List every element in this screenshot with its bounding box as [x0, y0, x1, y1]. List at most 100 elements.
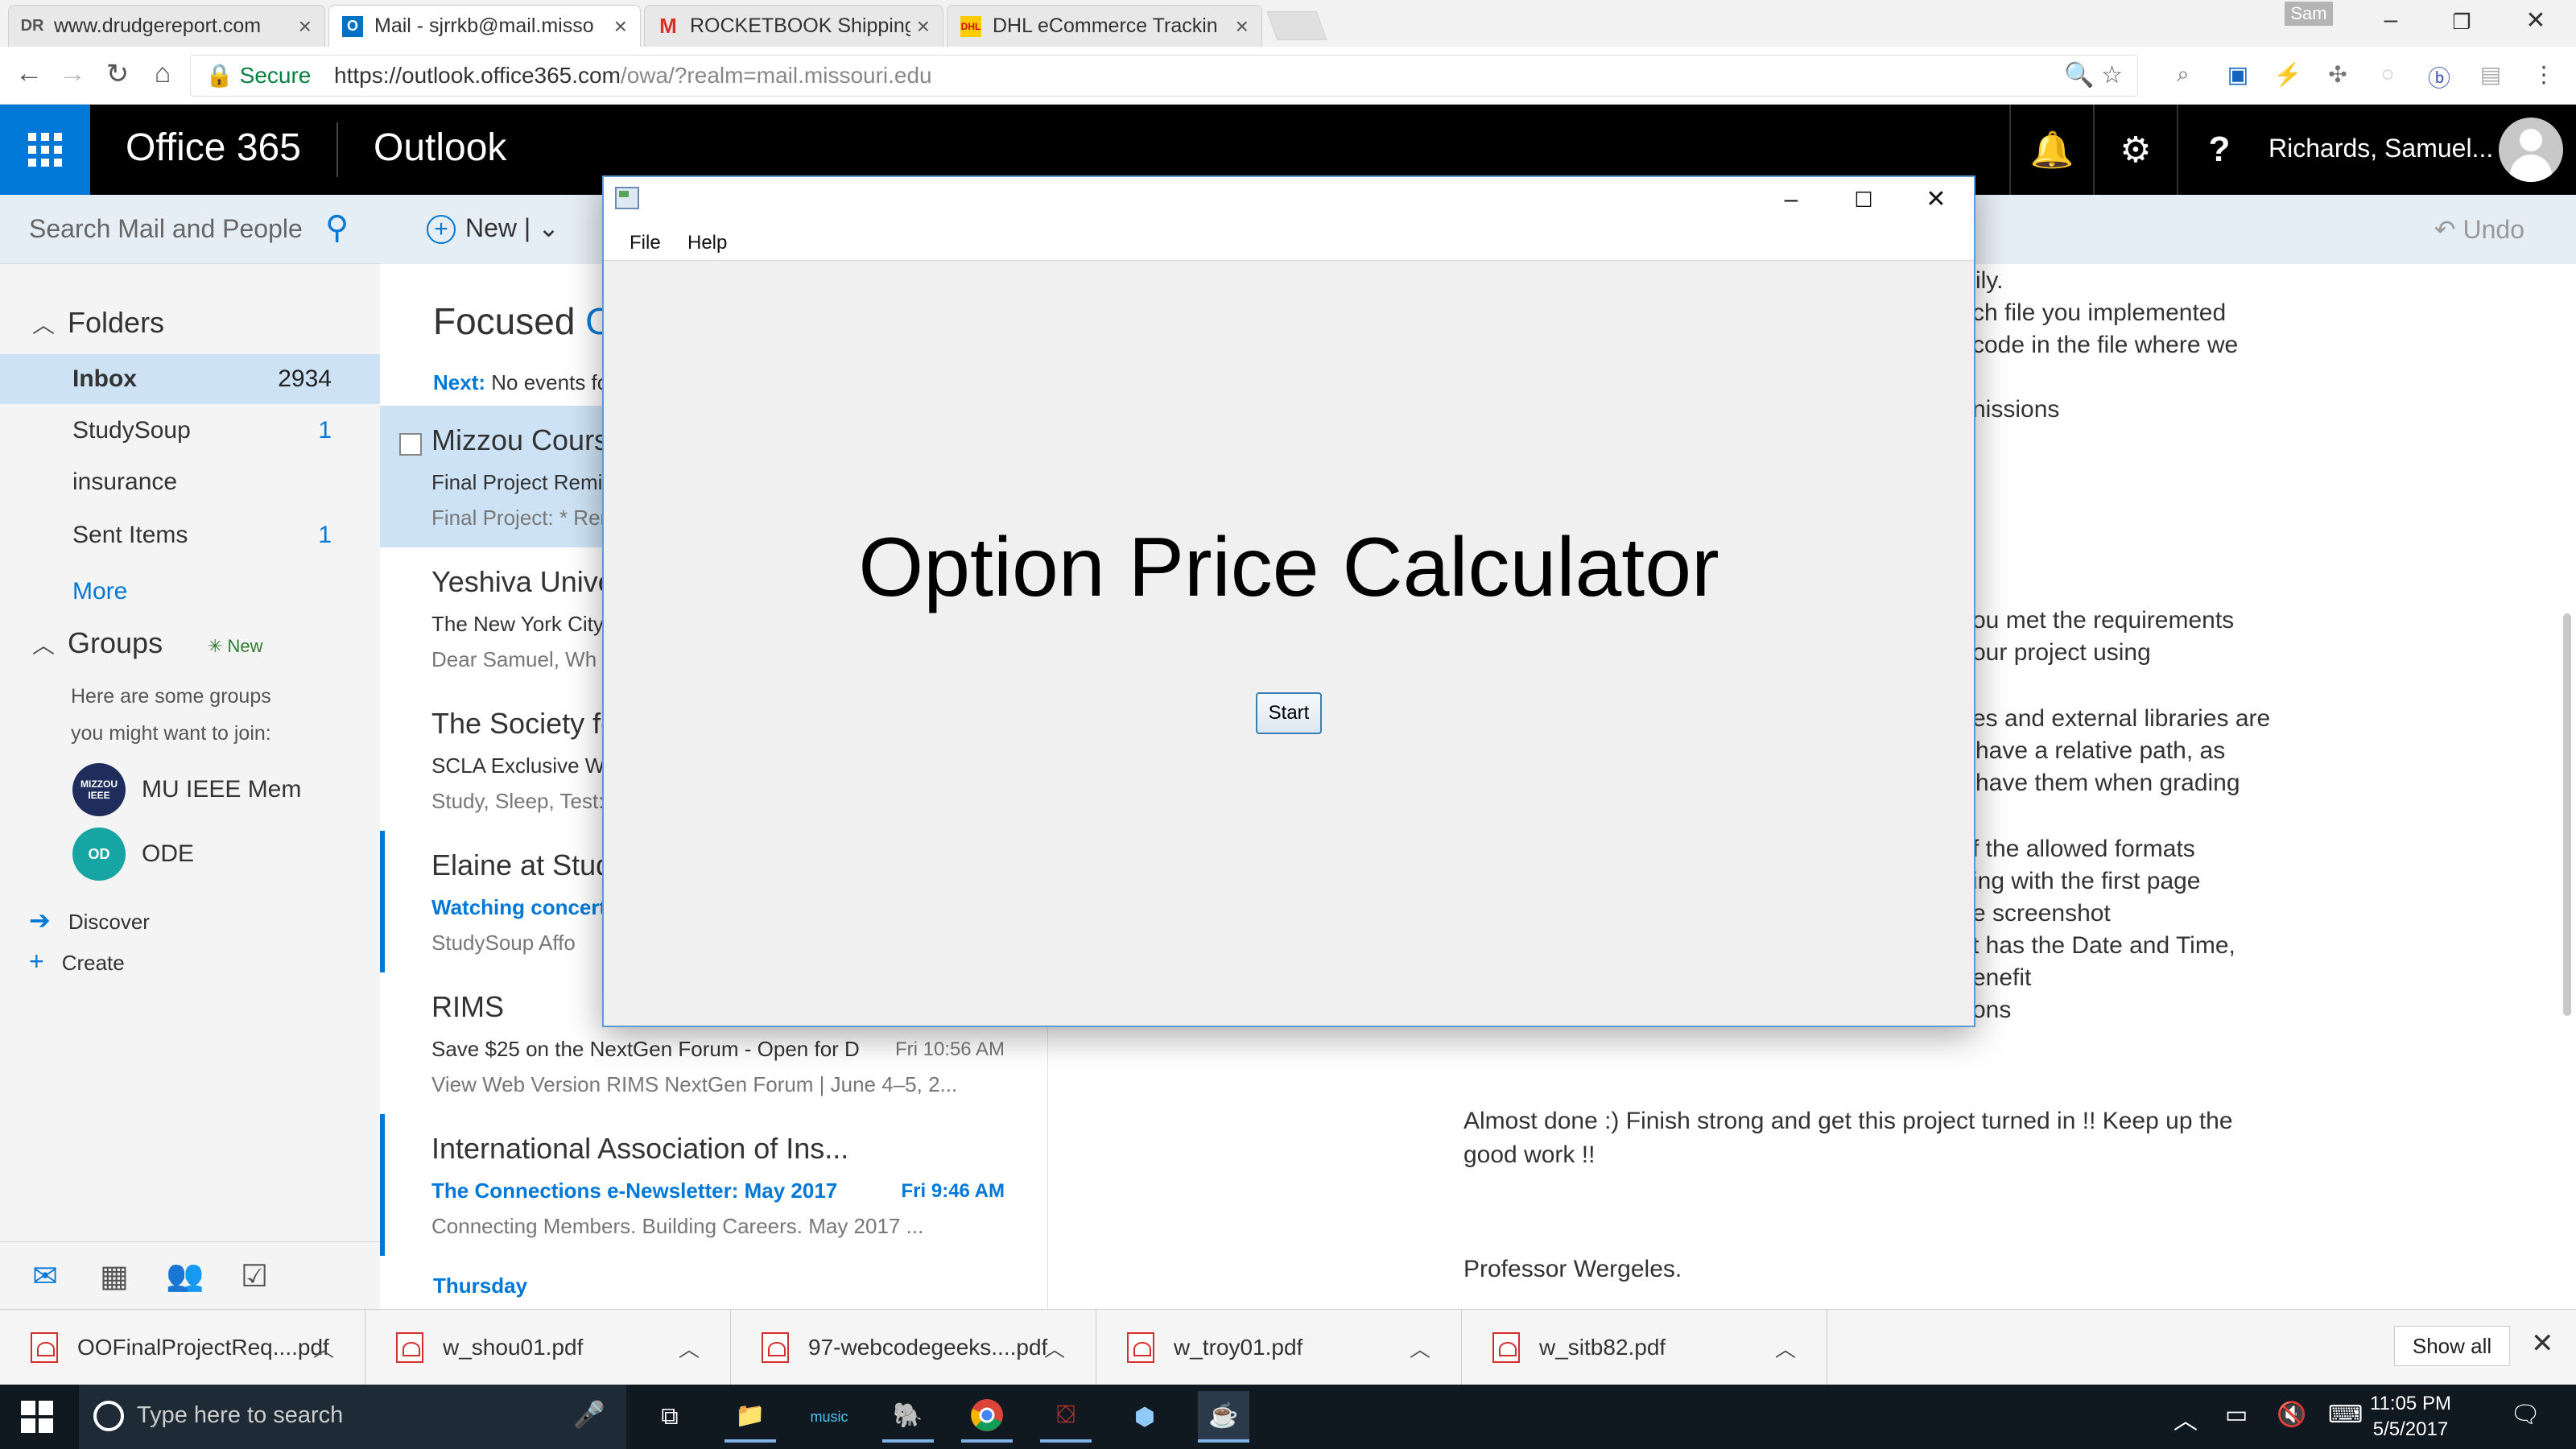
- focused-tab[interactable]: Focused O: [433, 299, 614, 343]
- extension-b-icon[interactable]: ⓑ: [2423, 61, 2455, 93]
- virtualbox-icon[interactable]: ⬢: [1119, 1391, 1170, 1443]
- profile-badge[interactable]: Sam: [2285, 2, 2333, 26]
- extension-bolt-icon[interactable]: ⚡: [2272, 61, 2304, 88]
- close-icon[interactable]: ✕: [1901, 180, 1971, 219]
- user-name[interactable]: Richards, Samuel...: [2268, 134, 2493, 163]
- office365-brand[interactable]: Office 365: [126, 126, 301, 170]
- extension-puzzle-icon[interactable]: ✣: [2322, 61, 2354, 88]
- download-item[interactable]: 97-webcodegeeks....pdf ︿: [731, 1310, 1096, 1385]
- chevron-up-icon[interactable]: ︿: [679, 1333, 700, 1363]
- chrome-menu-icon[interactable]: ⋮: [2528, 61, 2560, 88]
- chevron-down-icon[interactable]: ⌄: [538, 213, 559, 242]
- tab-close-icon[interactable]: ×: [299, 14, 312, 39]
- extension-pdf-icon[interactable]: ▤: [2475, 61, 2507, 88]
- bell-icon[interactable]: 🔔: [2009, 105, 2093, 195]
- avatar[interactable]: [2499, 118, 2563, 182]
- create-link[interactable]: + Create: [29, 947, 125, 976]
- menu-file[interactable]: File: [630, 232, 661, 254]
- new-group-link[interactable]: ✳ New: [208, 636, 263, 657]
- reload-icon[interactable]: ↻: [100, 58, 135, 90]
- folder-insurance[interactable]: insurance: [0, 457, 380, 507]
- tab-drudgereport[interactable]: DR www.drudgereport.com ×: [8, 5, 325, 47]
- tab-close-icon[interactable]: ×: [917, 14, 930, 39]
- folder-studysoup[interactable]: StudySoup 1: [0, 406, 380, 456]
- mail-icon[interactable]: ✉: [21, 1258, 69, 1294]
- extension-search-icon[interactable]: ⌕: [2167, 61, 2199, 88]
- notification-icon[interactable]: 🗨: [2510, 1401, 2541, 1429]
- secure-indicator[interactable]: 🔒 Secure: [205, 56, 311, 96]
- acrobat-icon[interactable]: ⛋: [1040, 1391, 1092, 1443]
- tasks-icon[interactable]: ☑: [230, 1258, 279, 1294]
- task-view-icon[interactable]: ⧉: [644, 1391, 696, 1443]
- system-clock[interactable]: 11:05 PM 5/5/2017: [2370, 1391, 2451, 1443]
- undo-button[interactable]: ↶ Undo: [2434, 214, 2524, 245]
- minimize-icon[interactable]: –: [2367, 6, 2415, 34]
- gear-icon[interactable]: ⚙: [2093, 105, 2177, 195]
- new-message-button[interactable]: + New | ⌄: [427, 213, 559, 244]
- close-icon[interactable]: ✕: [2531, 1327, 2554, 1360]
- home-icon[interactable]: ⌂: [145, 58, 180, 89]
- chrome-icon[interactable]: [961, 1391, 1013, 1443]
- app-name[interactable]: Outlook: [374, 126, 506, 170]
- group-mu-ieee[interactable]: MIZZOU IEEE MU IEEE Mem: [72, 763, 301, 816]
- file-explorer-icon[interactable]: 📁: [724, 1391, 776, 1443]
- calendar-icon[interactable]: ▦: [90, 1258, 138, 1294]
- group-ode[interactable]: OD ODE: [72, 828, 194, 881]
- search-icon[interactable]: ⚲: [325, 209, 349, 246]
- groups-header[interactable]: ︿ Groups: [32, 626, 163, 660]
- list-item[interactable]: International Association of Ins... The …: [380, 1114, 1048, 1256]
- back-arrow-icon[interactable]: ←: [11, 58, 47, 89]
- dialog-title-bar[interactable]: – ☐ ✕: [604, 177, 1974, 222]
- extension-screenshot-icon[interactable]: ▣: [2222, 61, 2254, 88]
- download-item[interactable]: w_sitb82.pdf ︿: [1462, 1310, 1827, 1385]
- microphone-icon[interactable]: 🎤: [573, 1399, 605, 1430]
- folder-sent-items[interactable]: Sent Items 1: [0, 510, 380, 560]
- app-launcher-icon[interactable]: [0, 105, 90, 195]
- reading-scrollbar[interactable]: [2563, 613, 2571, 1016]
- chevron-up-icon[interactable]: ︿: [1775, 1333, 1796, 1363]
- folders-header[interactable]: ︿ Folders: [32, 306, 164, 340]
- menu-help[interactable]: Help: [687, 232, 727, 254]
- evernote-icon[interactable]: 🐘: [882, 1391, 934, 1443]
- taskbar-search-input[interactable]: Type here to search 🎤: [79, 1385, 626, 1449]
- discover-link[interactable]: ➔ Discover: [29, 905, 150, 935]
- restore-icon[interactable]: ❐: [2438, 10, 2486, 35]
- windows-start-icon[interactable]: [21, 1401, 53, 1433]
- close-window-icon[interactable]: ✕: [2512, 6, 2560, 35]
- help-icon[interactable]: ?: [2177, 105, 2260, 195]
- tab-outlook-mail[interactable]: O Mail - sjrrkb@mail.misso ×: [328, 5, 641, 47]
- minimize-icon[interactable]: –: [1757, 180, 1826, 219]
- tab-rocketbook[interactable]: M ROCKETBOOK Shipping C ×: [644, 5, 943, 47]
- more-folders-link[interactable]: More: [72, 578, 127, 605]
- chevron-up-icon[interactable]: ︿: [313, 1333, 334, 1363]
- extension-circle-icon[interactable]: ○: [2372, 61, 2404, 87]
- chevron-up-icon[interactable]: ︿: [1410, 1333, 1430, 1363]
- folder-inbox[interactable]: Inbox 2934: [0, 354, 380, 404]
- search-input[interactable]: Search Mail and People ⚲: [0, 195, 380, 264]
- amazon-music-icon[interactable]: music: [803, 1391, 855, 1443]
- next-event-line[interactable]: Next: No events fo: [433, 370, 609, 395]
- start-button[interactable]: Start: [1256, 692, 1322, 734]
- chevron-up-icon[interactable]: ︿: [2174, 1401, 2198, 1436]
- forward-arrow-icon[interactable]: →: [55, 58, 90, 89]
- download-item[interactable]: OOFinalProjectReq....pdf ︿: [0, 1310, 365, 1385]
- volume-muted-icon[interactable]: 🔇: [2277, 1401, 2306, 1429]
- omnibox[interactable]: 🔒 Secure https://outlook.office365.com/o…: [190, 55, 2138, 97]
- battery-icon[interactable]: ▭: [2225, 1401, 2248, 1429]
- java-icon[interactable]: ☕: [1198, 1391, 1249, 1443]
- tab-close-icon[interactable]: ×: [614, 14, 627, 39]
- download-item[interactable]: w_shou01.pdf ︿: [365, 1310, 731, 1385]
- keyboard-icon[interactable]: ⌨: [2328, 1401, 2363, 1429]
- select-checkbox[interactable]: [399, 433, 422, 456]
- tab-close-icon[interactable]: ×: [1236, 14, 1249, 39]
- new-tab-button[interactable]: [1266, 11, 1327, 40]
- download-item[interactable]: w_troy01.pdf ︿: [1096, 1310, 1462, 1385]
- chevron-up-icon[interactable]: ︿: [1044, 1333, 1065, 1363]
- tab-dhl[interactable]: DHL DHL eCommerce Trackin ×: [947, 5, 1262, 47]
- people-icon[interactable]: 👥: [161, 1258, 209, 1294]
- url-text[interactable]: https://outlook.office365.com/owa/?realm…: [334, 56, 932, 96]
- maximize-icon[interactable]: ☐: [1829, 180, 1898, 219]
- zoom-and-bookmark-icons[interactable]: 🔍 ☆: [2064, 56, 2123, 96]
- day-header: Thursday: [433, 1274, 528, 1298]
- show-all-button[interactable]: Show all: [2394, 1326, 2510, 1366]
